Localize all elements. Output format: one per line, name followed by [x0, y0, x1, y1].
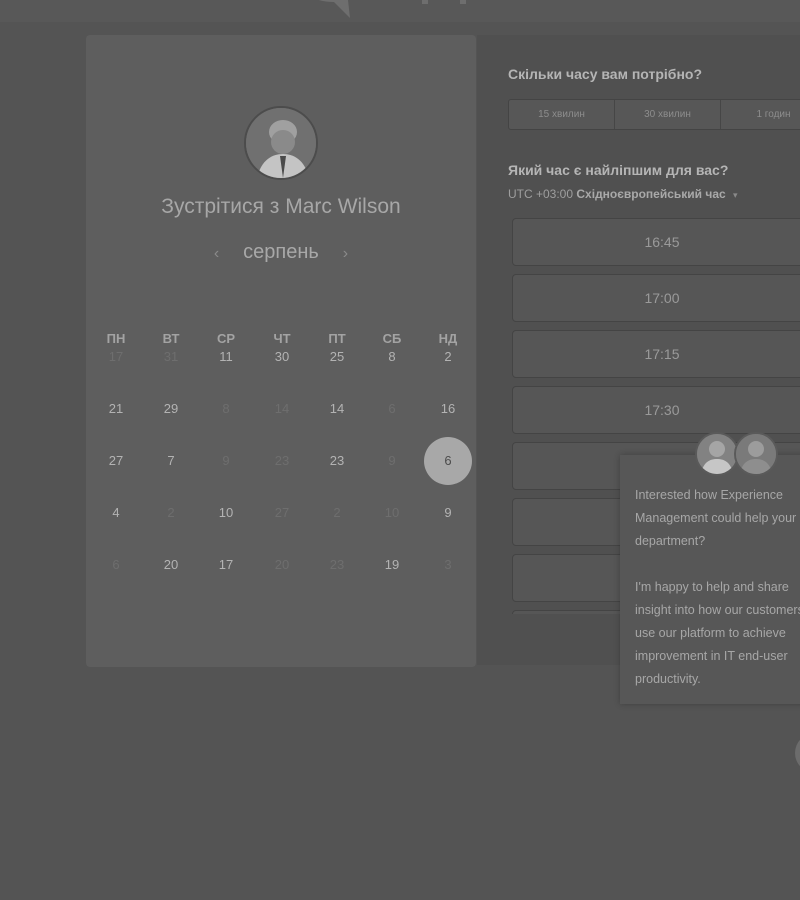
timezone-name: Східноєвропейський час [576, 187, 726, 201]
calendar-day: 6 [112, 557, 120, 572]
person-icon [246, 108, 316, 178]
duration-15-button[interactable]: 15 хвилин [509, 100, 615, 129]
host-avatar [244, 106, 318, 180]
chat-popup[interactable]: Interested how Experience Management cou… [620, 455, 800, 704]
time-slot-button[interactable]: 17:00 [512, 274, 800, 322]
calendar-day: 31 [163, 349, 179, 364]
calendar-day[interactable]: 20 [147, 541, 195, 589]
timezone-offset: UTC +03:00 [508, 187, 574, 201]
duration-60-button[interactable]: 1 годин [721, 100, 800, 129]
calendar-day[interactable]: 10 [202, 489, 250, 537]
calendar-day[interactable]: 21 [92, 385, 140, 433]
duration-30-button[interactable]: 30 хвилин [615, 100, 721, 129]
calendar-day: 6 [388, 401, 396, 416]
calendar-day: 8 [222, 401, 230, 416]
calendar-day: 9 [222, 453, 230, 468]
timezone-selector[interactable]: UTC +03:00 Східноєвропейський час ▾ [508, 187, 738, 201]
calendar-day[interactable]: 29 [147, 385, 195, 433]
calendar-day: 14 [274, 401, 290, 416]
time-slot-button[interactable]: 16:45 [512, 218, 800, 266]
time-title: Який час є найліпшим для вас? [508, 162, 729, 178]
calendar-day[interactable]: 4 [92, 489, 140, 537]
calendar-day[interactable]: 27 [92, 437, 140, 485]
calendar-day[interactable]: 14 [313, 385, 361, 433]
month-navigation: ‹ серпень › [86, 241, 476, 269]
scheduler-card: Зустрітися з Marc Wilson ‹ серпень › ПН В… [86, 35, 476, 667]
person-icon [736, 434, 776, 474]
calendar-day: 27 [274, 505, 290, 520]
calendar-day[interactable]: 7 [147, 437, 195, 485]
chat-agent-avatar [734, 432, 778, 476]
meet-title: Зустрітися з Marc Wilson [161, 195, 401, 218]
duration-selector: 15 хвилин 30 хвилин 1 годин [508, 99, 800, 130]
chat-launcher-button[interactable] [795, 733, 800, 773]
calendar-day: 17 [108, 349, 124, 364]
calendar-day: 10 [384, 505, 400, 520]
chat-paragraph: I'm happy to help and share insight into… [635, 580, 800, 686]
top-header [0, 0, 800, 22]
brand-logo [318, 0, 466, 18]
calendar-day[interactable]: 2 [424, 333, 472, 381]
time-slot-button[interactable]: 17:30 [512, 386, 800, 434]
calendar-day: 23 [329, 557, 345, 572]
calendar-day[interactable]: 16 [424, 385, 472, 433]
next-month-icon[interactable]: › [334, 245, 356, 263]
time-slot-button[interactable]: 17:15 [512, 330, 800, 378]
calendar-day-selected[interactable]: 6 [424, 437, 472, 485]
prev-month-icon[interactable]: ‹ [206, 245, 228, 263]
calendar-day[interactable]: 19 [368, 541, 416, 589]
calendar-day: 20 [274, 557, 290, 572]
calendar-day[interactable]: 11 [202, 333, 250, 381]
calendar-day[interactable]: 9 [424, 489, 472, 537]
calendar-day[interactable]: 30 [258, 333, 306, 381]
duration-title: Скільки часу вам потрібно? [508, 66, 703, 82]
calendar-day: 9 [388, 453, 396, 468]
calendar-day: 2 [167, 505, 175, 520]
chat-agent-avatar [695, 432, 739, 476]
calendar-day: 3 [444, 557, 452, 572]
person-icon [697, 434, 737, 474]
calendar-day: 23 [274, 453, 290, 468]
calendar-day[interactable]: 23 [313, 437, 361, 485]
month-label: серпень [243, 241, 319, 263]
calendar-day[interactable]: 17 [202, 541, 250, 589]
chevron-down-icon: ▾ [733, 190, 738, 200]
calendar-day[interactable]: 8 [368, 333, 416, 381]
chat-paragraph: Interested how Experience Management cou… [635, 488, 797, 548]
chat-message: Interested how Experience Management cou… [635, 484, 800, 714]
calendar-day: 2 [333, 505, 341, 520]
calendar-day[interactable]: 25 [313, 333, 361, 381]
